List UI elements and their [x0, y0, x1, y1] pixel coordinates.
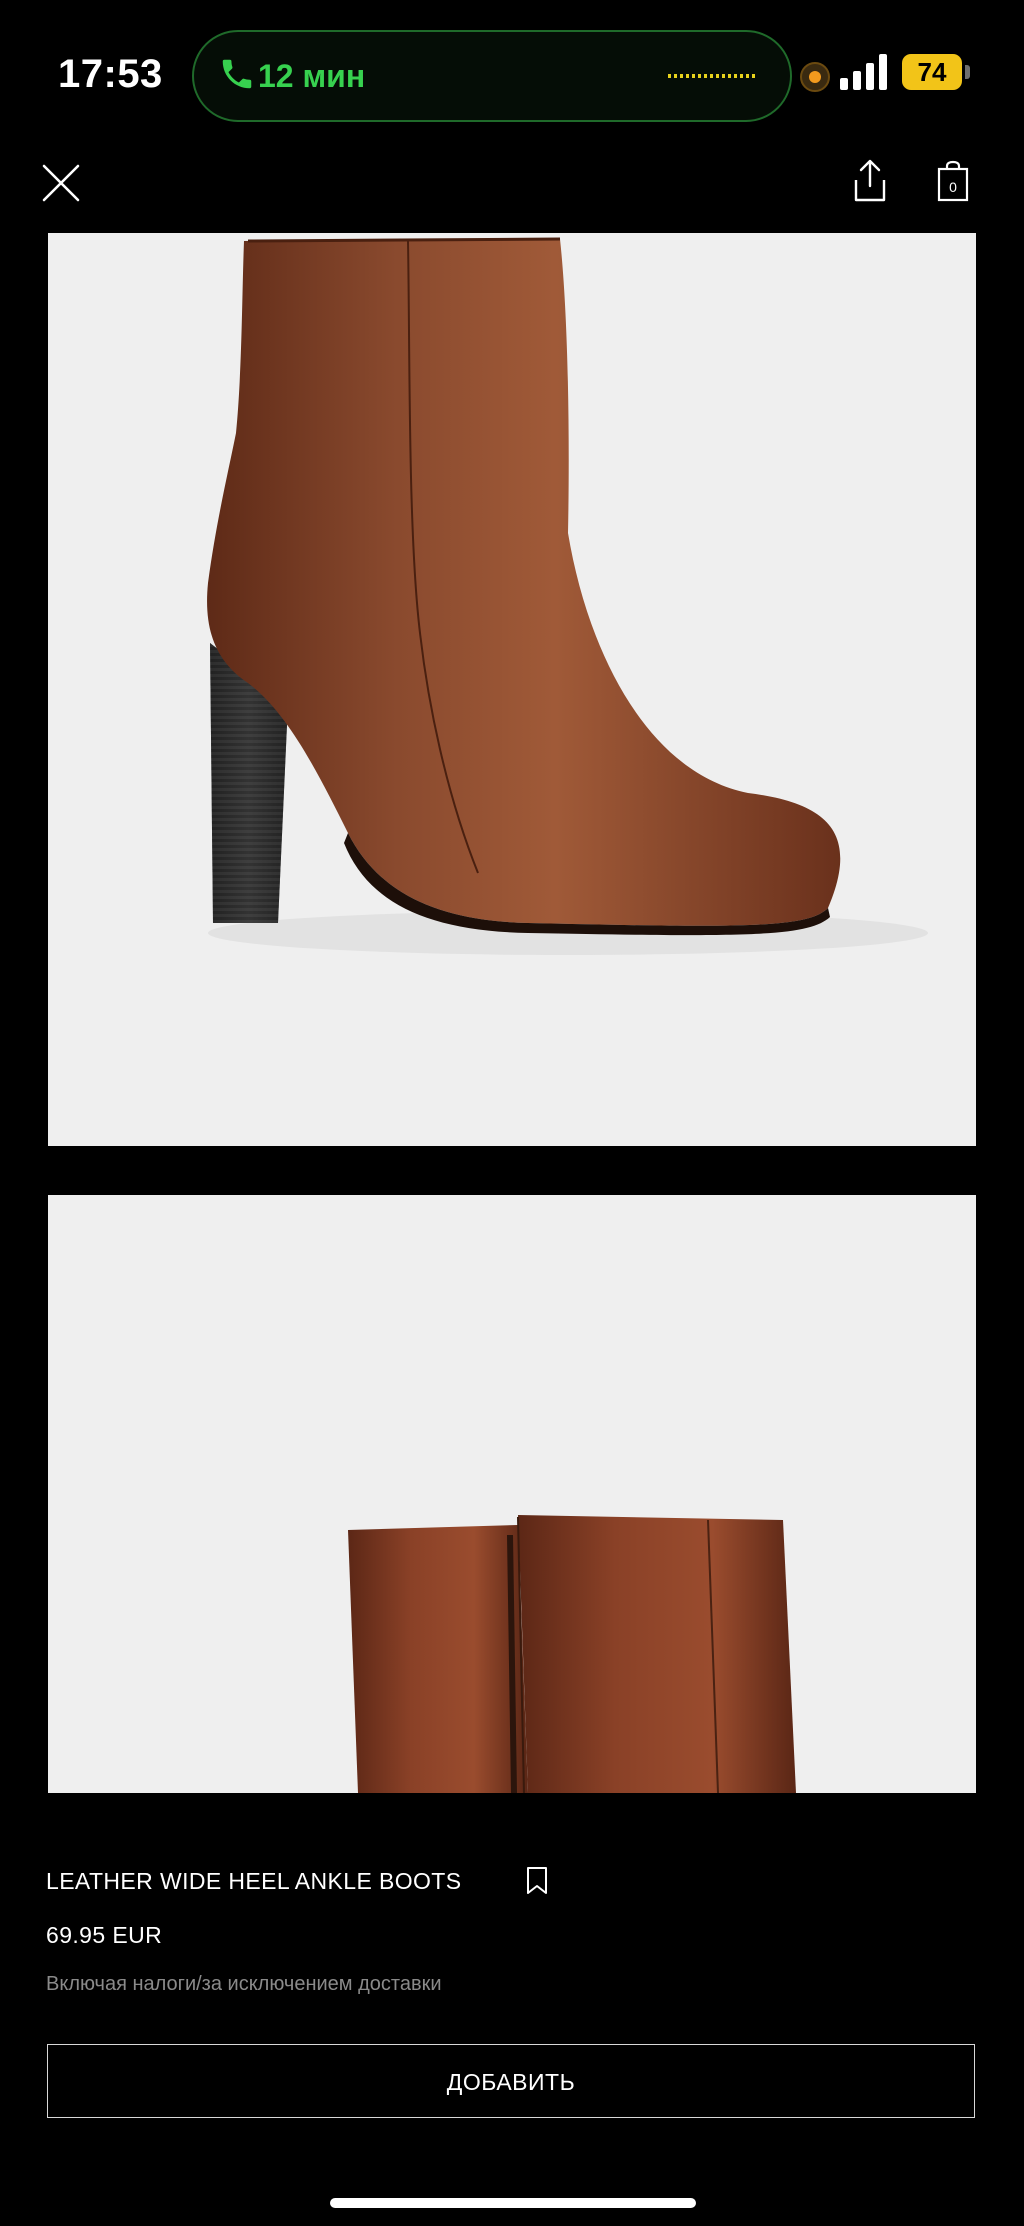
status-bar: 17:53 12 мин 74: [0, 0, 1024, 150]
cellular-signal-icon: [840, 54, 887, 90]
ankle-boot-front-photo: [48, 1195, 976, 1793]
product-image-2[interactable]: [48, 1195, 976, 1793]
battery-tip: [965, 65, 970, 79]
share-icon[interactable]: [850, 158, 890, 204]
shopping-bag-button[interactable]: 0: [936, 160, 970, 202]
shopping-bag-icon: 0: [937, 160, 969, 202]
home-indicator[interactable]: [330, 2198, 696, 2208]
call-duration: 12 мин: [258, 58, 366, 94]
product-price: 69.95 EUR: [46, 1922, 163, 1948]
close-icon[interactable]: [40, 162, 82, 204]
product-title: LEATHER WIDE HEEL ANKLE BOOTS: [46, 1868, 462, 1894]
audio-waveform-icon: [668, 74, 755, 78]
ongoing-call-pill[interactable]: 12 мин: [192, 30, 792, 122]
bookmark-icon[interactable]: [524, 1866, 550, 1896]
battery-icon: 74: [902, 54, 962, 90]
add-to-cart-button[interactable]: ДОБАВИТЬ: [47, 2044, 975, 2118]
tax-note: Включая налоги/за исключением доставки: [46, 1973, 442, 1995]
phone-icon: [222, 59, 252, 89]
ankle-boot-side-photo: [48, 233, 976, 1146]
bag-count: 0: [949, 179, 957, 195]
clock-time: 17:53: [58, 52, 163, 96]
product-image-1[interactable]: [48, 233, 976, 1146]
recording-indicator-icon: [800, 62, 830, 92]
